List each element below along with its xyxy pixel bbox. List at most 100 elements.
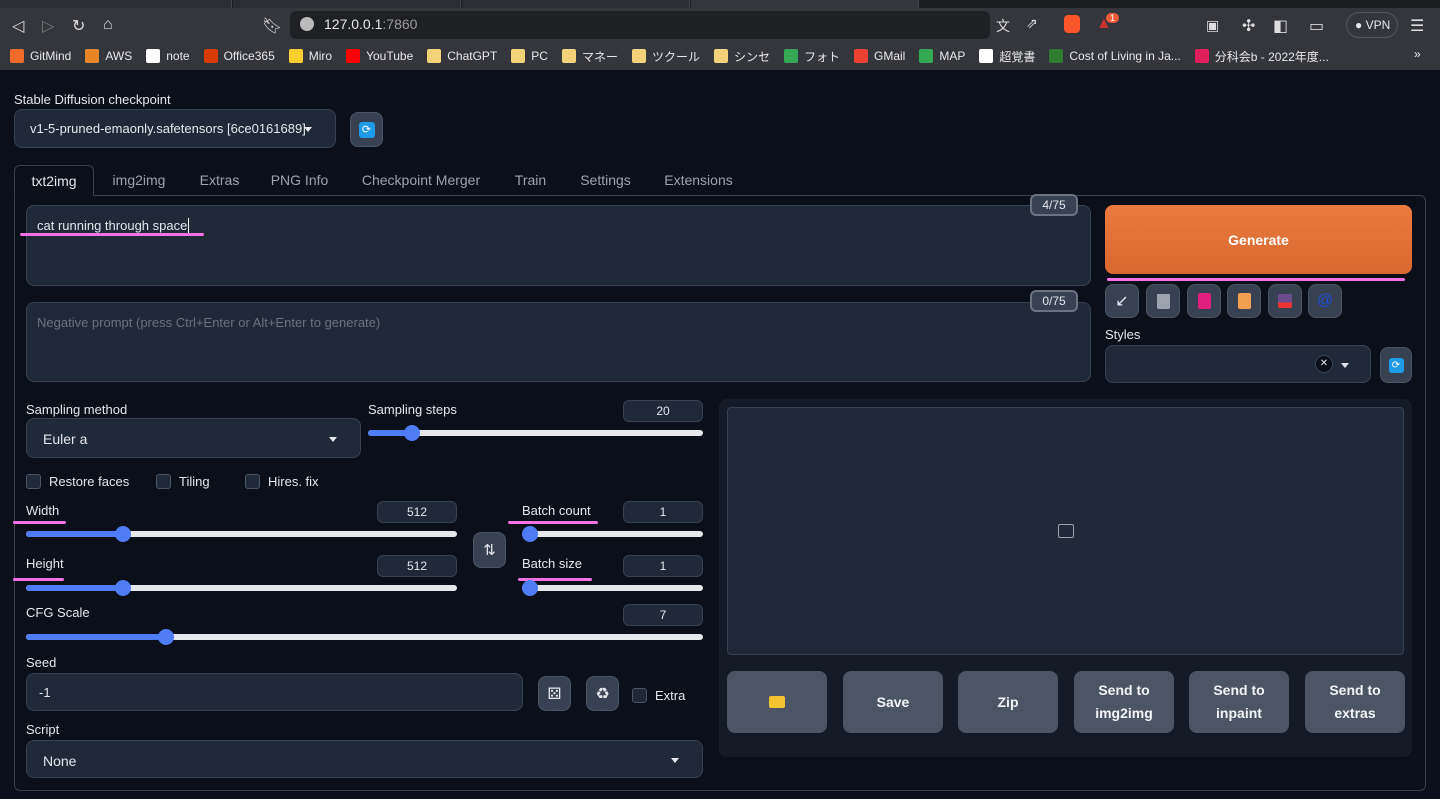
hires-fix-checkbox[interactable] <box>245 474 260 489</box>
clear-icon[interactable]: ✕ <box>1315 355 1333 373</box>
bookmark-item[interactable]: Miro <box>288 49 332 63</box>
batch-size-input[interactable]: 1 <box>623 555 703 577</box>
batch-size-slider[interactable] <box>522 580 703 596</box>
height-input[interactable]: 512 <box>377 555 457 577</box>
browser-tab[interactable] <box>462 0 690 8</box>
more-bookmarks-icon[interactable]: » <box>1414 47 1421 61</box>
bookmark-icon[interactable]: 🔖︎ <box>262 16 282 36</box>
bookmark-item[interactable]: GitMind <box>10 49 71 63</box>
save-style-button[interactable] <box>1268 284 1302 318</box>
tiling-checkbox[interactable] <box>156 474 171 489</box>
apply-style-button[interactable] <box>1227 284 1261 318</box>
tab-png-info[interactable]: PNG Info <box>255 165 344 196</box>
browser-tab-active[interactable] <box>691 0 919 8</box>
browser-tab[interactable] <box>233 0 461 8</box>
translate-icon[interactable]: 文 <box>996 16 1010 36</box>
bookmark-item[interactable]: ChatGPT <box>427 49 497 63</box>
reuse-seed-button[interactable]: ♻ <box>586 676 619 711</box>
forward-icon[interactable]: ▷ <box>42 16 54 36</box>
script-select[interactable]: None <box>26 740 703 778</box>
width-input[interactable]: 512 <box>377 501 457 523</box>
menu-icon[interactable]: ☰ <box>1410 16 1424 36</box>
styles-label: Styles <box>1105 327 1141 342</box>
bookmark-item[interactable]: Cost of Living in Ja... <box>1049 49 1181 63</box>
extra-seed-checkbox[interactable] <box>632 688 647 703</box>
annotation-underline <box>13 521 66 524</box>
share-icon[interactable]: ⇗ <box>1026 15 1038 32</box>
bookmark-label: ツクール <box>651 49 700 64</box>
home-icon[interactable]: ⌂ <box>103 16 113 34</box>
bookmark-item[interactable]: シンセ <box>713 48 770 65</box>
slider-thumb[interactable] <box>403 425 420 441</box>
styles-select[interactable]: ✕ <box>1105 345 1371 383</box>
bookmark-item[interactable]: PC <box>511 49 548 63</box>
refresh-checkpoint-button[interactable]: ⟳ <box>350 112 383 147</box>
tab-checkpoint-merger[interactable]: Checkpoint Merger <box>344 165 498 196</box>
bookmark-item[interactable]: MAP <box>919 49 965 63</box>
bookmark-icon <box>854 49 868 63</box>
browser-tab[interactable] <box>0 0 232 8</box>
sidebar-icon[interactable]: ◧ <box>1273 16 1288 36</box>
send-to-inpaint-button[interactable]: Send to inpaint <box>1189 671 1289 733</box>
send-to-img2img-button[interactable]: Send to img2img <box>1074 671 1174 733</box>
zip-button[interactable]: Zip <box>958 671 1058 733</box>
save-button[interactable]: Save <box>843 671 943 733</box>
bookmark-item[interactable]: AWS <box>85 49 132 63</box>
extension-icon[interactable]: ▣ <box>1206 17 1219 34</box>
sampling-steps-input[interactable]: 20 <box>623 400 703 422</box>
bookmark-item[interactable]: ツクール <box>631 48 700 65</box>
read-params-button[interactable]: ↙ <box>1105 284 1139 318</box>
height-slider[interactable] <box>26 580 457 596</box>
sampling-method-select[interactable]: Euler a <box>26 418 361 458</box>
random-seed-button[interactable]: ⚄ <box>538 676 571 711</box>
sampling-steps-slider[interactable] <box>368 425 703 441</box>
reload-icon[interactable]: ↻ <box>72 16 85 36</box>
vpn-button[interactable]: ● VPN <box>1346 12 1398 38</box>
bookmark-label: マネー <box>581 49 618 64</box>
send-to-extras-button[interactable]: Send to extras <box>1305 671 1405 733</box>
refresh-styles-button[interactable]: ⟳ <box>1380 347 1412 383</box>
bookmark-item[interactable]: 分科会b - 2022年度... <box>1194 48 1329 65</box>
slider-thumb[interactable] <box>158 629 175 645</box>
bookmark-item[interactable]: GMail <box>854 49 905 63</box>
slider-thumb[interactable] <box>522 526 538 542</box>
restore-progress-button[interactable]: @ <box>1308 284 1342 318</box>
bookmark-item[interactable]: マネー <box>561 48 618 65</box>
back-icon[interactable]: ◁ <box>12 16 24 36</box>
batch-count-input[interactable]: 1 <box>623 501 703 523</box>
tab-extensions[interactable]: Extensions <box>648 165 749 196</box>
extra-networks-button[interactable] <box>1187 284 1221 318</box>
tab-txt2img[interactable]: txt2img <box>14 165 94 196</box>
cfg-scale-input[interactable]: 7 <box>623 604 703 626</box>
brave-shield-icon[interactable] <box>1064 15 1080 33</box>
tab-extras[interactable]: Extras <box>184 165 255 196</box>
clear-prompt-button[interactable] <box>1146 284 1180 318</box>
slider-thumb[interactable] <box>522 580 538 596</box>
puzzle-icon[interactable]: ✣ <box>1242 16 1255 36</box>
output-gallery <box>727 407 1404 655</box>
cfg-scale-label: CFG Scale <box>26 605 90 620</box>
prompt-textarea[interactable]: cat running through space <box>26 205 1091 286</box>
batch-count-slider[interactable] <box>522 526 703 542</box>
negative-prompt-textarea[interactable]: Negative prompt (press Ctrl+Enter or Alt… <box>26 302 1091 382</box>
checkpoint-select[interactable]: v1-5-pruned-emaonly.safetensors [6ce0161… <box>14 109 336 148</box>
bookmark-item[interactable]: Office365 <box>203 49 275 63</box>
tab-train[interactable]: Train <box>498 165 563 196</box>
tab-img2img[interactable]: img2img <box>94 165 184 196</box>
width-slider[interactable] <box>26 526 457 542</box>
tab-settings[interactable]: Settings <box>563 165 648 196</box>
address-bar[interactable]: 127.0.0.1:7860 文 ⇗ ▲ 1 <box>290 11 1120 39</box>
bookmark-item[interactable]: note <box>146 49 190 63</box>
bookmark-item[interactable]: YouTube <box>346 49 413 63</box>
open-folder-button[interactable] <box>727 671 827 733</box>
bookmark-icon <box>1049 49 1064 63</box>
swap-dimensions-button[interactable]: ⇅ <box>473 532 506 568</box>
seed-input[interactable]: -1 <box>26 673 523 711</box>
bookmark-item[interactable]: 超覚書 <box>979 48 1035 65</box>
restore-faces-checkbox[interactable] <box>26 474 41 489</box>
negative-token-counter: 0/75 <box>1030 290 1078 312</box>
generate-button[interactable]: Generate <box>1105 205 1412 274</box>
cfg-scale-slider[interactable] <box>26 629 703 645</box>
wallet-icon[interactable]: ▭ <box>1309 16 1324 36</box>
bookmark-item[interactable]: フォト <box>783 48 840 65</box>
